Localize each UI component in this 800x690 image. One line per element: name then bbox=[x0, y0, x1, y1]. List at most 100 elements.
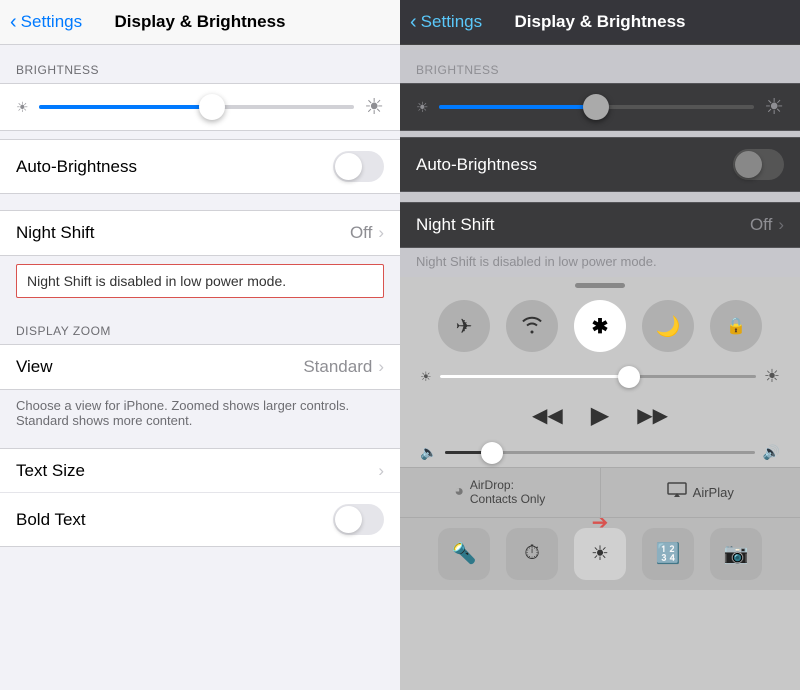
cc-bottom-icons-row: 🔦 ⏱ ➔ ☀ 🔢 📷 bbox=[400, 517, 800, 590]
brightness-icon: ☀ bbox=[591, 541, 609, 566]
airdrop-icon: ◕ bbox=[454, 483, 464, 501]
bold-text-toggle-knob bbox=[335, 506, 362, 533]
auto-brightness-group: Auto-Brightness bbox=[0, 139, 400, 194]
airplane-icon: ✈ bbox=[456, 314, 473, 339]
cc-airdrop-button[interactable]: ◕ AirDrop:Contacts Only bbox=[400, 468, 601, 517]
cc-moon-button[interactable]: 🌙 bbox=[642, 300, 694, 352]
cc-airplay-button[interactable]: AirPlay bbox=[601, 468, 800, 517]
cc-handle bbox=[400, 277, 800, 292]
cc-bluetooth-button[interactable]: ✱ bbox=[574, 300, 626, 352]
view-label: View bbox=[16, 357, 303, 377]
wifi-icon bbox=[520, 314, 544, 339]
night-shift-value: Off bbox=[350, 223, 372, 243]
cc-handle-bar bbox=[575, 283, 625, 288]
cc-airdrop-label: AirDrop:Contacts Only bbox=[470, 478, 545, 507]
auto-brightness-toggle[interactable] bbox=[333, 151, 384, 182]
right-auto-brightness-row[interactable]: Auto-Brightness bbox=[400, 138, 800, 191]
right-night-shift-row[interactable]: Night Shift Off › bbox=[400, 203, 800, 247]
sun-large-icon: ☀ bbox=[364, 94, 384, 120]
cc-brightness-button[interactable]: ➔ ☀ bbox=[574, 528, 626, 580]
right-brightness-slider-track[interactable] bbox=[439, 105, 755, 109]
right-auto-brightness-label: Auto-Brightness bbox=[416, 155, 733, 175]
cc-volume-thumb[interactable] bbox=[481, 442, 503, 464]
night-shift-note-box: Night Shift is disabled in low power mod… bbox=[16, 264, 384, 298]
cc-top-icons-row: ✈ ✱ 🌙 🔒 bbox=[400, 292, 800, 360]
night-shift-note-text: Night Shift is disabled in low power mod… bbox=[27, 273, 286, 289]
cc-next-button[interactable]: ▶▶ bbox=[637, 403, 668, 428]
brightness-section-header: BRIGHTNESS bbox=[0, 45, 400, 83]
text-size-chevron: › bbox=[378, 461, 384, 481]
cc-airplay-label: AirPlay bbox=[693, 485, 734, 500]
left-nav-title: Display & Brightness bbox=[115, 12, 286, 32]
left-back-button[interactable]: ‹ Settings bbox=[10, 11, 82, 34]
night-shift-label: Night Shift bbox=[16, 223, 350, 243]
text-settings-group: Text Size › Bold Text bbox=[0, 448, 400, 547]
right-nav-title: Display & Brightness bbox=[515, 12, 686, 32]
right-sun-small-icon: ☀ bbox=[416, 99, 429, 116]
right-auto-brightness-toggle[interactable] bbox=[733, 149, 784, 180]
cc-sun-small-icon: ☀ bbox=[420, 369, 432, 385]
right-back-label[interactable]: Settings bbox=[421, 12, 482, 32]
sun-small-icon: ☀ bbox=[16, 99, 29, 116]
night-shift-group: Night Shift Off › bbox=[0, 210, 400, 256]
right-night-shift-chevron: › bbox=[778, 215, 784, 235]
control-center-panel: ✈ ✱ 🌙 🔒 ☀ bbox=[400, 277, 800, 690]
display-zoom-group: View Standard › bbox=[0, 344, 400, 390]
right-toggle-knob bbox=[735, 151, 762, 178]
right-slider-fill bbox=[439, 105, 597, 109]
text-size-row[interactable]: Text Size › bbox=[0, 449, 400, 493]
right-night-shift-value: Off bbox=[750, 215, 772, 235]
flashlight-icon: 🔦 bbox=[452, 541, 477, 566]
right-brightness-row: ☀ ☀ bbox=[400, 83, 800, 131]
right-brightness-header: BRIGHTNESS bbox=[400, 45, 800, 83]
right-night-shift-label: Night Shift bbox=[416, 215, 750, 235]
right-night-shift-group: Night Shift Off › bbox=[400, 202, 800, 248]
right-auto-brightness-group: Auto-Brightness bbox=[400, 137, 800, 192]
bold-text-toggle[interactable] bbox=[333, 504, 384, 535]
calculator-icon: 🔢 bbox=[656, 541, 681, 566]
cc-airplane-button[interactable]: ✈ bbox=[438, 300, 490, 352]
brightness-slider-thumb[interactable] bbox=[199, 94, 225, 120]
volume-high-icon: 🔊 bbox=[763, 444, 780, 461]
brightness-slider-track[interactable] bbox=[39, 105, 355, 109]
text-size-label: Text Size bbox=[16, 461, 378, 481]
cc-brightness-fill bbox=[440, 375, 630, 378]
cc-brightness-track[interactable] bbox=[440, 375, 756, 378]
display-zoom-description: Choose a view for iPhone. Zoomed shows l… bbox=[0, 390, 400, 440]
view-row[interactable]: View Standard › bbox=[0, 345, 400, 389]
left-back-chevron: ‹ bbox=[10, 11, 17, 34]
left-back-label[interactable]: Settings bbox=[21, 12, 82, 32]
airplay-icon bbox=[667, 482, 687, 503]
volume-low-icon: 🔈 bbox=[420, 444, 437, 461]
view-value: Standard bbox=[303, 357, 372, 377]
cc-sun-large-icon: ☀ bbox=[764, 366, 780, 387]
bold-text-row[interactable]: Bold Text bbox=[0, 493, 400, 546]
cc-camera-button[interactable]: 📷 bbox=[710, 528, 762, 580]
right-night-shift-note: Night Shift is disabled in low power mod… bbox=[400, 248, 800, 277]
spacer-2 bbox=[0, 440, 400, 448]
cc-volume-row: 🔈 🔊 bbox=[400, 438, 800, 467]
cc-play-button[interactable]: ▶ bbox=[591, 401, 609, 430]
cc-timer-button[interactable]: ⏱ bbox=[506, 528, 558, 580]
brightness-slider-row: ☀ ☀ bbox=[0, 83, 400, 131]
cc-previous-button[interactable]: ◀◀ bbox=[532, 403, 563, 428]
night-shift-row[interactable]: Night Shift Off › bbox=[0, 211, 400, 255]
cc-brightness-row: ☀ ☀ bbox=[400, 360, 800, 393]
right-nav-bar: ‹ Settings Display & Brightness bbox=[400, 0, 800, 45]
brightness-slider-fill bbox=[39, 105, 213, 109]
cc-wifi-button[interactable] bbox=[506, 300, 558, 352]
right-slider-thumb[interactable] bbox=[583, 94, 609, 120]
auto-brightness-toggle-knob bbox=[335, 153, 362, 180]
timer-icon: ⏱ bbox=[524, 542, 540, 565]
left-panel: ‹ Settings Display & Brightness BRIGHTNE… bbox=[0, 0, 400, 690]
cc-brightness-thumb[interactable] bbox=[618, 366, 640, 388]
cc-volume-track[interactable] bbox=[445, 451, 754, 454]
right-spacer-1 bbox=[400, 192, 800, 202]
right-back-button[interactable]: ‹ Settings bbox=[410, 11, 482, 34]
auto-brightness-row[interactable]: Auto-Brightness bbox=[0, 140, 400, 193]
cc-media-controls: ◀◀ ▶ ▶▶ bbox=[400, 393, 800, 438]
cc-flashlight-button[interactable]: 🔦 bbox=[438, 528, 490, 580]
cc-lock-rotation-button[interactable]: 🔒 bbox=[710, 300, 762, 352]
cc-calculator-button[interactable]: 🔢 bbox=[642, 528, 694, 580]
lock-rotation-icon: 🔒 bbox=[726, 316, 746, 336]
